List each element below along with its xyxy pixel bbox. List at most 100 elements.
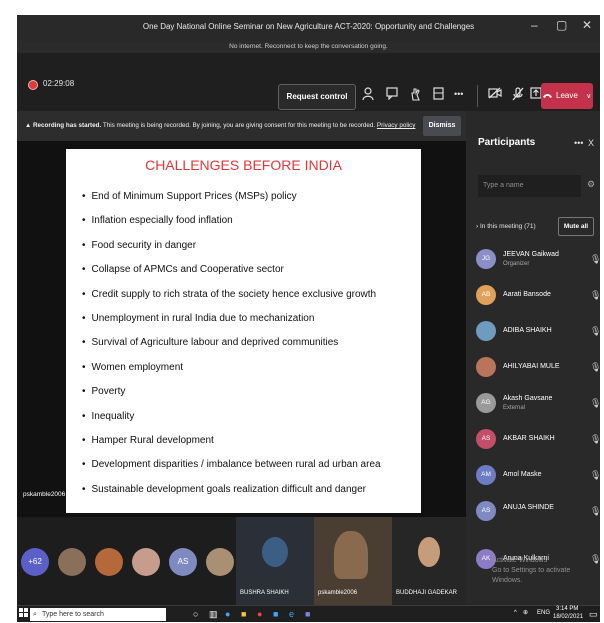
connection-notice: No internet. Reconnect to keep the conve… — [17, 41, 600, 53]
avatar: AM — [476, 465, 496, 485]
camera-feed — [334, 531, 368, 579]
video-tile[interactable]: pskamble2006 — [314, 517, 392, 605]
chrome-icon[interactable]: ● — [257, 609, 262, 619]
minimize-button[interactable]: – — [531, 18, 538, 32]
video-strip: +62 AS BUSHRA SHAIKH pskamble2006 BUDDHA… — [17, 517, 466, 605]
network-icon[interactable]: ⊕ — [523, 609, 528, 616]
video-tile[interactable]: BUDDHAJI GADEKAR — [392, 517, 466, 605]
participant-row[interactable]: AG Akash Gavsane External 🎙 — [476, 391, 600, 421]
slide-bullet: End of Minimum Support Prices (MSPs) pol… — [82, 191, 381, 215]
slide-bullet: Sustainable development goals realizatio… — [82, 484, 381, 508]
search-icon: ⌕ — [33, 611, 37, 618]
avatar: AS — [476, 501, 496, 521]
participant-row[interactable]: AS ANUJA SHINDE 🎙 — [476, 499, 600, 529]
slide-bullet: Hamper Rural development — [82, 435, 381, 459]
participant-avatar[interactable] — [132, 548, 160, 576]
video-tile-name: BUDDHAJI GADEKAR — [396, 590, 458, 596]
mic-muted-icon: 🎙 — [590, 398, 600, 408]
share-invite-icon[interactable]: ⚙ — [587, 179, 595, 190]
banner-text: This meeting is being recorded. By joini… — [101, 122, 377, 129]
teams-meeting-window: One Day National Online Seminar on New A… — [17, 15, 600, 622]
slide-bullet: Development disparities / imbalance betw… — [82, 459, 381, 483]
close-panel-button[interactable]: X — [588, 138, 594, 148]
slide-bullet: Women employment — [82, 362, 381, 386]
participant-row[interactable]: JG JEEVAN Gaikwad Organizer 🎙 — [476, 247, 600, 277]
avatar — [476, 321, 496, 341]
store-icon[interactable]: ■ — [273, 609, 278, 619]
taskbar-search-placeholder: Type here to search — [42, 611, 104, 618]
participant-row[interactable]: ADIBA SHAIKH 🎙 — [476, 319, 600, 349]
windows-start-icon[interactable] — [19, 608, 28, 620]
ie-icon[interactable]: e — [289, 609, 294, 619]
dismiss-button[interactable]: Dismiss — [423, 116, 461, 136]
privacy-policy-link[interactable]: Privacy policy — [377, 122, 416, 129]
leave-button[interactable]: Leave ∨ — [541, 83, 593, 109]
video-tile[interactable]: BUSHRA SHAIKH — [236, 517, 314, 605]
cortana-icon[interactable]: ○ — [193, 609, 198, 619]
avatar: AB — [476, 285, 496, 305]
task-view-icon[interactable]: ▥ — [209, 609, 218, 620]
clock-date[interactable]: 18/02/2021 — [553, 614, 583, 620]
clock-time[interactable]: 3:14 PM — [556, 606, 578, 612]
participant-avatar[interactable] — [58, 548, 86, 576]
more-options-icon[interactable]: ••• — [574, 138, 583, 148]
slide-bullet: Survival of Agriculture labour and depri… — [82, 337, 381, 361]
teams-icon[interactable]: ■ — [305, 609, 310, 619]
participant-avatar[interactable] — [206, 548, 234, 576]
window-title: One Day National Online Seminar on New A… — [142, 22, 475, 31]
participant-name: JEEVAN Gaikwad — [503, 251, 559, 258]
request-control-button[interactable]: Request control — [278, 84, 356, 110]
avatar: AS — [476, 429, 496, 449]
meeting-toolbar: 02:29:08 Request control ••• Leave ∨ — [17, 53, 600, 111]
participant-name: Aarati Bansode — [503, 291, 551, 298]
warning-icon: ▲ — [25, 122, 32, 129]
participant-name: AKBAR SHAIKH — [503, 435, 555, 442]
in-meeting-header[interactable]: › In this meeting (71) — [476, 223, 536, 230]
overflow-count-badge[interactable]: +62 — [21, 548, 49, 576]
maximize-button[interactable]: ▢ — [556, 18, 567, 32]
language-indicator[interactable]: ENG — [537, 610, 550, 616]
participant-avatar[interactable] — [95, 548, 123, 576]
mic-off-icon[interactable] — [512, 87, 524, 104]
chat-icon[interactable] — [386, 87, 399, 103]
chevron-down-icon[interactable]: ∨ — [586, 93, 591, 100]
more-options-icon[interactable]: ••• — [454, 89, 463, 99]
watermark-line: Activate Windows — [492, 557, 548, 564]
participant-avatar[interactable]: AS — [169, 548, 197, 576]
camera-off-icon[interactable] — [488, 87, 502, 102]
banner-bold-text: Recording has started. — [32, 122, 102, 129]
activate-windows-watermark: Activate Windows Go to Settings to activ… — [492, 556, 600, 586]
participants-title: Participants — [478, 137, 536, 148]
phone-icon — [542, 93, 552, 98]
profile-image — [262, 537, 288, 567]
slide-bullet-list: End of Minimum Support Prices (MSPs) pol… — [82, 191, 381, 508]
mute-all-button[interactable]: Mute all — [558, 217, 594, 236]
raise-hand-icon[interactable] — [410, 87, 422, 104]
in-meeting-count: In this meeting (71) — [479, 223, 536, 230]
edge-icon[interactable]: ● — [225, 609, 230, 619]
close-button[interactable]: ✕ — [582, 18, 592, 32]
video-tile-name: pskamble2006 — [318, 590, 358, 596]
participant-row[interactable]: AHILYABAI MULE 🎙 — [476, 355, 600, 385]
notification-icon[interactable]: ▭ — [589, 609, 598, 620]
presenter-label: pskamble2006 — [23, 491, 66, 498]
participants-icon[interactable] — [362, 87, 374, 104]
rooms-icon[interactable] — [433, 87, 445, 103]
participant-role: External — [503, 405, 526, 411]
recording-icon — [28, 80, 38, 90]
mic-muted-icon: 🎙 — [590, 434, 600, 444]
participant-search-input[interactable]: Type a name — [478, 175, 581, 197]
watermark-line: Go to Settings to activate Windows. — [492, 567, 571, 584]
participant-row[interactable]: AS AKBAR SHAIKH 🎙 — [476, 427, 600, 457]
tray-chevron-icon[interactable]: ^ — [514, 610, 517, 616]
participant-role: Organizer — [503, 261, 530, 267]
participant-row[interactable]: AB Aarati Bansode 🎙 — [476, 283, 600, 313]
participant-row[interactable]: AM Amol Maske 🎙 — [476, 463, 600, 493]
taskbar-search-input[interactable]: ⌕ Type here to search — [30, 608, 166, 621]
mic-muted-icon: 🎙 — [590, 326, 600, 336]
mic-muted-icon: 🎙 — [590, 362, 600, 372]
file-explorer-icon[interactable]: ■ — [241, 609, 246, 619]
participant-name: AHILYABAI MULE — [503, 363, 560, 370]
presentation-slide: CHALLENGES BEFORE INDIA End of Minimum S… — [66, 149, 421, 513]
avatar: JG — [476, 249, 496, 269]
